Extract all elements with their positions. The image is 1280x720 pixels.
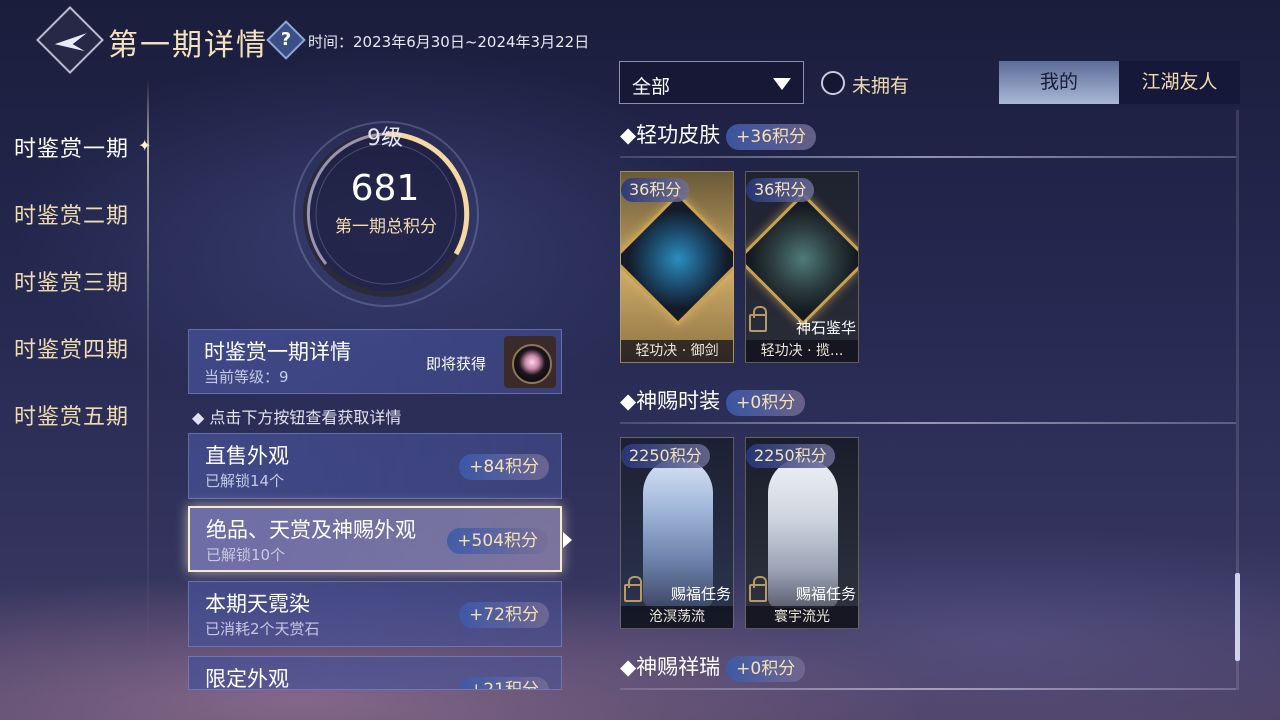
qinggong-emblem-icon [621, 192, 733, 326]
category-sub: 已解锁14个 [205, 472, 285, 490]
tab-period-4[interactable]: 时鉴赏四期 [14, 332, 129, 364]
item-card[interactable]: 2250积分 赐福任务 沧溟荡流 [620, 437, 734, 629]
item-source: 神石鉴华 [795, 319, 856, 337]
category-sub: 已消耗2个天赏石 [205, 620, 320, 638]
dropdown-arrow-icon [773, 78, 791, 90]
category-title: 直售外观 [205, 444, 289, 468]
category-limited[interactable]: 限定外观 +21积分 [188, 656, 562, 690]
section-title: ◆神赐时装 +0积分 [620, 385, 806, 416]
lock-icon [624, 576, 642, 602]
item-source: 赐福任务 [795, 585, 856, 603]
scrollbar-thumb[interactable] [1235, 573, 1240, 661]
total-score-label: 第一期总积分 [335, 217, 437, 237]
sparkle-icon: ✦ [138, 136, 152, 155]
section-points: +0积分 [726, 656, 806, 682]
tab-period-3[interactable]: 时鉴赏三期 [14, 265, 129, 297]
category-premium[interactable]: 绝品、天赏及神赐外观 已解锁10个 +504积分 [188, 506, 562, 572]
section-divider [620, 156, 1236, 158]
period-detail-title: 时鉴赏一期详情 [204, 340, 351, 364]
item-card[interactable]: 36积分 轻功决 · 御剑 [620, 171, 734, 363]
item-points: 36积分 [621, 178, 690, 202]
item-points: 2250积分 [621, 444, 710, 468]
category-points: +504积分 [447, 528, 548, 554]
category-points: +72积分 [459, 602, 549, 628]
section-divider [620, 688, 1236, 690]
category-direct-sale[interactable]: 直售外观 已解锁14个 +84积分 [188, 433, 562, 499]
tabs-divider [147, 80, 149, 660]
section-points: +36积分 [726, 124, 817, 150]
tab-mine[interactable]: 我的 [999, 61, 1119, 104]
selected-arrow-icon [563, 532, 572, 548]
section-title: ◆神赐祥瑞 +0积分 [620, 651, 806, 682]
lock-icon [749, 306, 767, 332]
back-arrow-icon [54, 33, 87, 52]
filter-value: 全部 [632, 76, 671, 98]
current-level: 当前等级：9 [204, 368, 289, 386]
item-name: 轻功决 · 揽... [746, 340, 858, 362]
category-points: +21积分 [459, 677, 549, 689]
tab-period-2[interactable]: 时鉴赏二期 [14, 198, 129, 230]
section-title: ◆轻功皮肤 +36积分 [620, 119, 817, 150]
item-name: 沧溟荡流 [621, 606, 733, 628]
category-title: 本期天霓染 [205, 592, 310, 616]
level-label: 9级 [367, 126, 403, 151]
item-name: 轻功决 · 御剑 [621, 340, 733, 362]
unowned-radio[interactable] [821, 71, 845, 95]
item-card[interactable]: 36积分 神石鉴华 轻功决 · 揽... [745, 171, 859, 363]
total-score: 681 [350, 168, 420, 209]
filter-dropdown[interactable]: 全部 [619, 61, 804, 104]
category-points: +84积分 [459, 454, 549, 480]
lock-icon [749, 576, 767, 602]
tab-period-1[interactable]: 时鉴赏一期 [14, 131, 129, 163]
time-range: 时间：2023年6月30日~2024年3月22日 [308, 33, 590, 51]
tab-friends[interactable]: 江湖友人 [1119, 61, 1240, 104]
coming-reward-icon[interactable] [504, 336, 556, 388]
back-button[interactable] [36, 6, 104, 74]
coming-reward-label: 即将获得 [426, 355, 487, 373]
category-dye[interactable]: 本期天霓染 已消耗2个天赏石 +72积分 [188, 581, 562, 647]
category-title: 绝品、天赏及神赐外观 [206, 518, 416, 542]
help-button[interactable]: ? [266, 20, 306, 60]
unowned-label[interactable]: 未拥有 [852, 71, 909, 98]
item-source: 赐福任务 [670, 585, 731, 603]
item-points: 2250积分 [746, 444, 835, 468]
hint-text: ◆ 点击下方按钮查看获取详情 [192, 408, 402, 427]
page-title: 第一期详情 [108, 28, 268, 63]
help-icon: ? [280, 29, 292, 50]
category-title: 限定外观 [205, 667, 289, 690]
section-points: +0积分 [726, 390, 806, 416]
item-points: 36积分 [746, 178, 815, 202]
item-name: 寰宇流光 [746, 606, 858, 628]
item-card[interactable]: 2250积分 赐福任务 寰宇流光 [745, 437, 859, 629]
tab-period-5[interactable]: 时鉴赏五期 [14, 399, 129, 431]
section-divider [620, 422, 1236, 424]
category-sub: 已解锁10个 [206, 546, 286, 564]
